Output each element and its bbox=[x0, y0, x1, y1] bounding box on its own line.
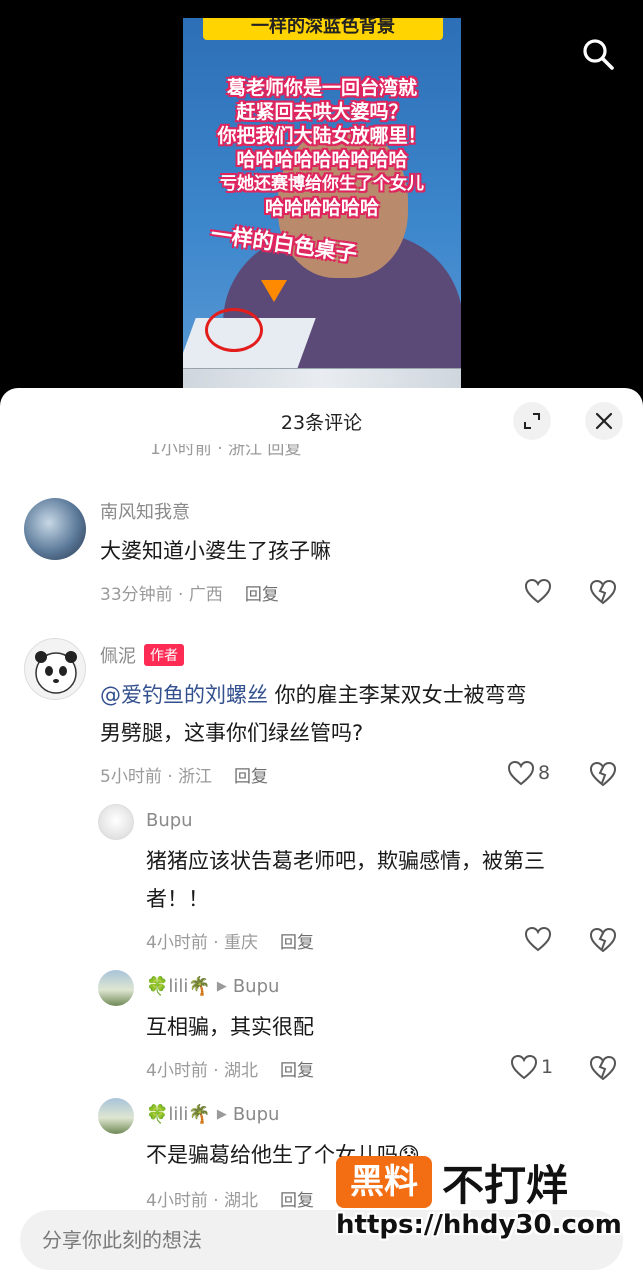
like-button[interactable] bbox=[524, 578, 552, 604]
comment-text: 大婆知道小婆生了孩子嘛 bbox=[100, 539, 331, 563]
overlay-caption-line: 葛老师你是一回台湾就 bbox=[226, 77, 417, 99]
comment-username[interactable]: 南风知我意 bbox=[100, 498, 190, 524]
reply-button[interactable]: 回复 bbox=[280, 933, 314, 953]
reply-username[interactable]: 🍀lili🌴 bbox=[146, 976, 211, 997]
search-button[interactable] bbox=[580, 36, 616, 72]
reply-to-username[interactable]: Bupu bbox=[233, 976, 280, 997]
expand-button[interactable] bbox=[513, 402, 551, 440]
reply-button[interactable]: 回复 bbox=[280, 1191, 314, 1211]
watermark-logo: 黑料 bbox=[336, 1156, 432, 1208]
clipped-meta-text: 1小时前 · 浙江 回复 bbox=[150, 444, 302, 458]
comment-sheet[interactable]: 23条评论 1小时前 · 浙江 回复 南风知我意 大婆知道小婆生了孩子嘛 33分… bbox=[0, 388, 643, 1280]
heart-icon bbox=[524, 926, 552, 952]
dock-bar bbox=[183, 368, 461, 388]
overlay-caption-line: 你把我们大陆女放哪里！ bbox=[217, 125, 427, 147]
reply-meta: 4小时前 · 湖北 回复 bbox=[146, 1186, 314, 1211]
overlay-top-caption: 一样的深蓝色背景 bbox=[203, 18, 443, 40]
heart-icon bbox=[510, 1054, 538, 1080]
broken-heart-icon[interactable] bbox=[589, 1055, 617, 1081]
comment-time-location: 5小时前 · 浙江 bbox=[100, 767, 213, 787]
close-icon bbox=[595, 412, 613, 430]
overlay-caption-line: 哈哈哈哈哈哈 bbox=[264, 197, 379, 219]
overlay-caption-line: 哈哈哈哈哈哈哈哈哈 bbox=[236, 149, 408, 171]
comment-text: @爱钓鱼的刘螺丝 你的雇主李某双女士被弯弯 男劈腿，这事你们绿丝管吗? bbox=[100, 676, 620, 752]
comment-meta: 33分钟前 · 广西 回复 bbox=[100, 580, 279, 605]
video-player[interactable]: 一样的深蓝色背景 葛老师你是一回台湾就 赶紧回去哄大婆吗？ 你把我们大陆女放哪里… bbox=[0, 0, 643, 400]
watermark-name: 不打烊 bbox=[442, 1161, 569, 1210]
avatar[interactable] bbox=[24, 638, 86, 700]
reply-username-row: 🍀lili🌴 ▶ Bupu bbox=[146, 1104, 279, 1125]
arrow-down-icon bbox=[261, 280, 287, 302]
avatar[interactable] bbox=[24, 498, 86, 560]
overlay-caption-line: 亏她还赛博给你生了个女儿 bbox=[220, 174, 424, 194]
like-button[interactable]: 8 bbox=[507, 760, 550, 786]
reply-text-part: 猪猪应该状告葛老师吧，欺骗感情，被第三 bbox=[146, 849, 545, 873]
comment-meta: 5小时前 · 浙江 回复 bbox=[100, 762, 268, 787]
reply-username-row: 🍀lili🌴 ▶ Bupu bbox=[146, 976, 279, 997]
comment-username[interactable]: 佩泥 bbox=[100, 646, 136, 667]
search-icon bbox=[583, 39, 614, 70]
like-button[interactable]: 1 bbox=[510, 1054, 553, 1080]
broken-heart-icon[interactable] bbox=[589, 927, 617, 953]
reply-username[interactable]: 🍀lili🌴 bbox=[146, 1104, 211, 1125]
reply-text: 互相骗，其实很配 bbox=[146, 1015, 314, 1039]
triangle-right-icon: ▶ bbox=[216, 1107, 227, 1122]
comment-time-location: 33分钟前 · 广西 bbox=[100, 585, 223, 605]
reply-time-location: 4小时前 · 湖北 bbox=[146, 1191, 259, 1211]
reply-meta: 4小时前 · 重庆 回复 bbox=[146, 928, 314, 953]
red-circle-annotation bbox=[205, 308, 263, 352]
reply-text: 猪猪应该状告葛老师吧，欺骗感情，被第三 者！！ bbox=[146, 842, 616, 918]
reply-to-username[interactable]: Bupu bbox=[233, 1104, 280, 1125]
heart-icon bbox=[507, 760, 535, 786]
overlay-caption-line: 赶紧回去哄大婆吗？ bbox=[236, 101, 408, 123]
video-frame: 一样的深蓝色背景 葛老师你是一回台湾就 赶紧回去哄大婆吗？ 你把我们大陆女放哪里… bbox=[183, 18, 461, 388]
avatar[interactable] bbox=[98, 804, 134, 840]
reply-button[interactable]: 回复 bbox=[245, 585, 279, 605]
author-badge: 作者 bbox=[144, 644, 184, 666]
like-count: 8 bbox=[538, 762, 551, 784]
reply-meta: 4小时前 · 湖北 回复 bbox=[146, 1056, 314, 1081]
like-count: 1 bbox=[541, 1056, 554, 1078]
broken-heart-icon[interactable] bbox=[589, 579, 617, 605]
triangle-right-icon: ▶ bbox=[216, 979, 227, 994]
heart-icon bbox=[524, 578, 552, 604]
comment-text-part: 你的雇主李某双女士被弯弯 bbox=[268, 683, 527, 707]
watermark: 黑料 不打烊 https://hhdy30.com bbox=[330, 1152, 630, 1247]
reply-time-location: 4小时前 · 湖北 bbox=[146, 1061, 259, 1081]
clipped-previous-comment-meta: 1小时前 · 浙江 回复 bbox=[150, 444, 620, 458]
expand-icon bbox=[524, 413, 540, 429]
avatar[interactable] bbox=[98, 970, 134, 1006]
like-button[interactable] bbox=[524, 926, 552, 952]
watermark-url: https://hhdy30.com bbox=[336, 1210, 622, 1240]
reply-text-part: 者！！ bbox=[146, 887, 209, 911]
comment-username-row: 佩泥 作者 bbox=[100, 642, 184, 668]
avatar[interactable] bbox=[98, 1098, 134, 1134]
reply-button[interactable]: 回复 bbox=[280, 1061, 314, 1081]
reply-username[interactable]: Bupu bbox=[146, 810, 193, 831]
reply-time-location: 4小时前 · 重庆 bbox=[146, 933, 259, 953]
reply-button[interactable]: 回复 bbox=[234, 767, 268, 787]
close-button[interactable] bbox=[585, 402, 623, 440]
comment-text-part: 男劈腿，这事你们绿丝管吗? bbox=[100, 721, 364, 745]
sheet-header: 23条评论 bbox=[0, 388, 643, 450]
panda-avatar-icon bbox=[35, 651, 77, 694]
broken-heart-icon[interactable] bbox=[589, 761, 617, 787]
mention-link[interactable]: @爱钓鱼的刘螺丝 bbox=[100, 683, 268, 707]
